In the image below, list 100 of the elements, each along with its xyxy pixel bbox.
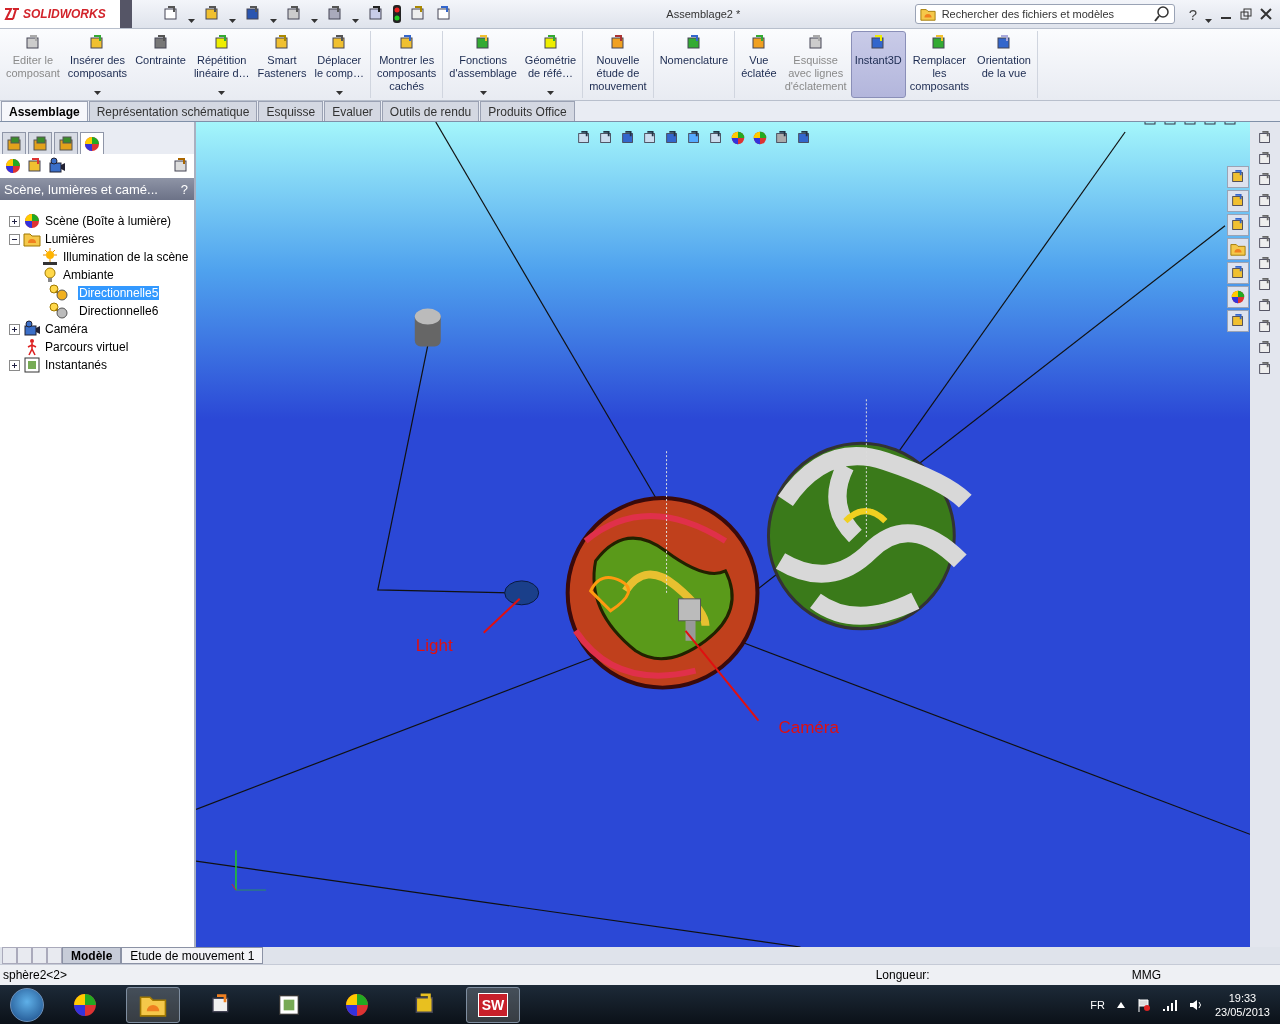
task-pane-button[interactable] <box>1227 166 1249 188</box>
command-tab[interactable]: Représentation schématique <box>88 101 258 121</box>
light-drawing <box>504 580 540 606</box>
ribbon-button[interactable]: Vue éclatée <box>737 31 781 98</box>
light-bulb-icon <box>41 266 59 284</box>
tree-item[interactable]: Lumières <box>44 232 96 246</box>
appearance-icon <box>4 157 22 175</box>
help-button[interactable]: ? <box>180 181 188 197</box>
panel-title: Scène, lumières et camé... <box>4 181 158 197</box>
close-icon[interactable] <box>1260 8 1272 20</box>
task-pane-button[interactable] <box>1227 310 1249 332</box>
window-title: Assemblage2 * <box>665 8 742 20</box>
command-tab[interactable]: Esquisse <box>258 101 324 121</box>
tree-item[interactable]: Directionnelle6 <box>78 304 160 318</box>
annotation-label: Light <box>415 635 453 655</box>
speaker-icon[interactable] <box>1188 998 1203 1011</box>
appearance-icon <box>1230 289 1246 305</box>
taskbar-button[interactable] <box>126 986 180 1023</box>
panel-tab[interactable] <box>54 132 78 154</box>
panel-tab[interactable] <box>80 132 104 154</box>
ribbon-button[interactable]: Fonctions d'assemblage <box>445 31 521 98</box>
task-pane-button[interactable] <box>1227 286 1249 308</box>
tool-icon <box>684 34 703 52</box>
caret-icon <box>188 19 195 23</box>
expand-toggle[interactable] <box>9 215 20 227</box>
status-text: Longueur: <box>875 968 930 982</box>
camera-drawing <box>678 598 701 641</box>
folder-icon <box>23 230 41 248</box>
language-indicator[interactable]: FR <box>1090 998 1105 1011</box>
ribbon-button[interactable]: Contrainte <box>131 31 190 98</box>
tool-icon <box>151 34 170 52</box>
ribbon-button[interactable]: Instant3D <box>850 31 906 98</box>
folder-icon <box>1230 241 1246 257</box>
panel-tab[interactable] <box>2 132 26 154</box>
start-button[interactable] <box>10 987 44 1022</box>
tool-icon <box>608 34 627 52</box>
search-box[interactable]: Rechercher des fichiers et modèles <box>914 4 1175 24</box>
command-tab[interactable]: Assemblage <box>1 101 88 121</box>
folder-icon <box>919 6 936 22</box>
tree-item[interactable]: Illumination de la scène <box>62 250 190 264</box>
scene-icon <box>23 212 41 230</box>
expand-toggle[interactable] <box>9 359 20 371</box>
model-tab[interactable]: Modèle <box>62 947 122 964</box>
ribbon-button[interactable]: Smart Fasteners <box>253 31 311 98</box>
task-pane-button[interactable] <box>1227 262 1249 284</box>
search-icon[interactable] <box>1153 6 1170 22</box>
taskbar-button[interactable]: SW <box>466 986 520 1023</box>
model-tab[interactable]: Etude de mouvement 1 <box>121 947 264 964</box>
expand-toggle[interactable] <box>9 323 20 335</box>
ribbon-button[interactable]: Orientation de la vue <box>973 31 1035 98</box>
appearance-icon <box>83 134 101 153</box>
tree-item[interactable]: Instantanés <box>44 358 109 372</box>
tool-icon <box>749 34 768 52</box>
panel-tab[interactable] <box>28 132 52 154</box>
status-text: sphère2<2> <box>3 968 68 982</box>
signal-icon[interactable] <box>1162 998 1177 1011</box>
expand-toggle[interactable] <box>9 233 20 245</box>
tool-icon <box>995 34 1013 52</box>
tool-icon <box>273 34 291 52</box>
caret-icon <box>352 19 359 23</box>
caret-icon <box>229 19 236 23</box>
ribbon-button[interactable]: Déplacer le comp… <box>310 31 368 98</box>
restore-icon[interactable] <box>1240 8 1252 20</box>
task-pane-button[interactable] <box>1227 214 1249 236</box>
tree-item[interactable]: Caméra <box>44 322 89 336</box>
tree-item[interactable]: Ambiante <box>62 268 115 282</box>
snapshot-icon <box>23 356 41 374</box>
tree-item[interactable]: Scène (Boîte à lumière) <box>44 214 173 228</box>
ribbon-button[interactable]: Remplacer les composants <box>905 31 974 98</box>
tool-icon <box>397 34 416 52</box>
ribbon-button[interactable]: Insérer des composants <box>63 31 132 98</box>
ribbon-button[interactable]: Montrer les composants cachés <box>373 31 441 98</box>
tool-icon <box>212 34 231 52</box>
cylinder-light-drawing <box>414 308 441 347</box>
sun-icon <box>41 248 59 266</box>
camera-scene-icon <box>48 157 66 175</box>
ribbon-button[interactable]: Répétition linéaire d… <box>189 31 254 98</box>
help-button[interactable]: ? <box>1188 5 1197 23</box>
command-tab[interactable]: Evaluer <box>324 101 381 121</box>
caret-icon <box>270 19 277 23</box>
ribbon-button[interactable]: Nouvelle étude de mouvement <box>585 31 651 98</box>
caret-icon <box>311 19 318 23</box>
tool-icon <box>541 34 560 52</box>
command-tab[interactable]: Outils de rendu <box>381 101 480 121</box>
units-label[interactable]: MMG <box>1131 968 1161 982</box>
command-tab[interactable]: Produits Office <box>480 101 575 121</box>
traffic-light-icon[interactable] <box>393 5 401 23</box>
flag-icon[interactable] <box>1136 997 1151 1012</box>
tool-icon <box>806 34 825 52</box>
axis-triad-icon <box>231 849 267 891</box>
clock[interactable]: 19:33 23/05/2013 <box>1214 991 1270 1018</box>
annotation-label: Caméra <box>778 717 839 737</box>
tray-arrow-icon[interactable] <box>1116 1001 1125 1008</box>
ribbon-button[interactable]: Géométrie de réfé… <box>520 31 581 98</box>
scene-icon <box>752 130 768 146</box>
decal-icon <box>26 157 44 175</box>
ribbon-button[interactable]: Nomenclature <box>655 31 733 98</box>
task-pane-button[interactable] <box>1227 190 1249 212</box>
tree-item[interactable]: Parcours virtuel <box>44 340 130 354</box>
appearance-icon <box>730 130 746 146</box>
